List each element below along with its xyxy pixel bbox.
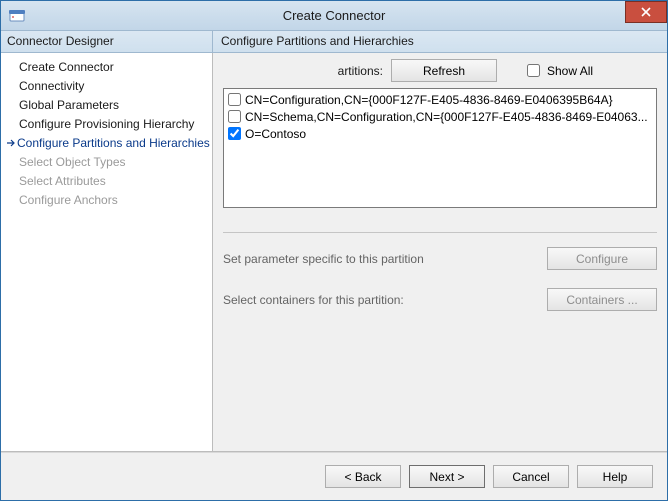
cancel-button[interactable]: Cancel [493,465,569,488]
nav-label: Configure Provisioning Hierarchy [19,117,194,131]
nav-label: Select Object Types [19,155,126,169]
nav-configure-partitions-hierarchies[interactable]: Configure Partitions and Hierarchies [1,133,212,152]
containers-button: Containers ... [547,288,657,311]
partitions-listbox[interactable]: CN=Configuration,CN={000F127F-E405-4836-… [223,88,657,208]
lower-section: Set parameter specific to this partition… [223,232,657,311]
section-headers: Connector Designer Configure Partitions … [1,31,667,53]
containers-text: Select containers for this partition: [223,293,535,307]
partitions-label: artitions: [333,64,383,78]
param-text: Set parameter specific to this partition [223,252,535,266]
nav-configure-anchors: Configure Anchors [1,190,212,209]
nav-select-object-types: Select Object Types [1,152,212,171]
next-button[interactable]: Next > [409,465,485,488]
top-controls: artitions: Refresh Show All [223,59,657,82]
titlebar: Create Connector [1,1,667,31]
current-step-arrow-icon [5,138,17,148]
main-pane: artitions: Refresh Show All CN=Configura… [213,53,667,452]
nav-label: Select Attributes [19,174,106,188]
nav-connectivity[interactable]: Connectivity [1,76,212,95]
nav-select-attributes: Select Attributes [1,171,212,190]
sidebar: Create Connector Connectivity Global Par… [1,53,213,452]
sidebar-header: Connector Designer [1,31,213,53]
refresh-button[interactable]: Refresh [391,59,497,82]
client-area: Connector Designer Configure Partitions … [1,31,667,500]
nav-label: Configure Partitions and Hierarchies [17,136,210,150]
close-icon [641,7,651,17]
nav-configure-provisioning-hierarchy[interactable]: Configure Provisioning Hierarchy [1,114,212,133]
configure-button: Configure [547,247,657,270]
footer: < Back Next > Cancel Help [1,452,667,500]
list-item-checkbox[interactable] [228,110,241,123]
list-item-checkbox[interactable] [228,127,241,140]
close-button[interactable] [625,1,667,23]
show-all-checkbox[interactable] [527,64,540,77]
body: Create Connector Connectivity Global Par… [1,53,667,452]
show-all-checkbox-wrap[interactable]: Show All [523,61,593,80]
nav-create-connector[interactable]: Create Connector [1,57,212,76]
nav-global-parameters[interactable]: Global Parameters [1,95,212,114]
nav-label: Create Connector [19,60,114,74]
main-header: Configure Partitions and Hierarchies [213,31,667,53]
nav-label: Connectivity [19,79,84,93]
list-item-label: CN=Schema,CN=Configuration,CN={000F127F-… [245,110,648,124]
list-item[interactable]: O=Contoso [226,125,654,142]
list-item-checkbox[interactable] [228,93,241,106]
window-title: Create Connector [1,8,667,23]
list-item[interactable]: CN=Schema,CN=Configuration,CN={000F127F-… [226,108,654,125]
back-button[interactable]: < Back [325,465,401,488]
list-item[interactable]: CN=Configuration,CN={000F127F-E405-4836-… [226,91,654,108]
show-all-label: Show All [547,64,593,78]
list-item-label: CN=Configuration,CN={000F127F-E405-4836-… [245,93,613,107]
list-item-label: O=Contoso [245,127,306,141]
window: Create Connector Connector Designer Conf… [0,0,668,501]
app-icon [1,1,33,31]
help-button[interactable]: Help [577,465,653,488]
nav-label: Configure Anchors [19,193,118,207]
nav-label: Global Parameters [19,98,119,112]
